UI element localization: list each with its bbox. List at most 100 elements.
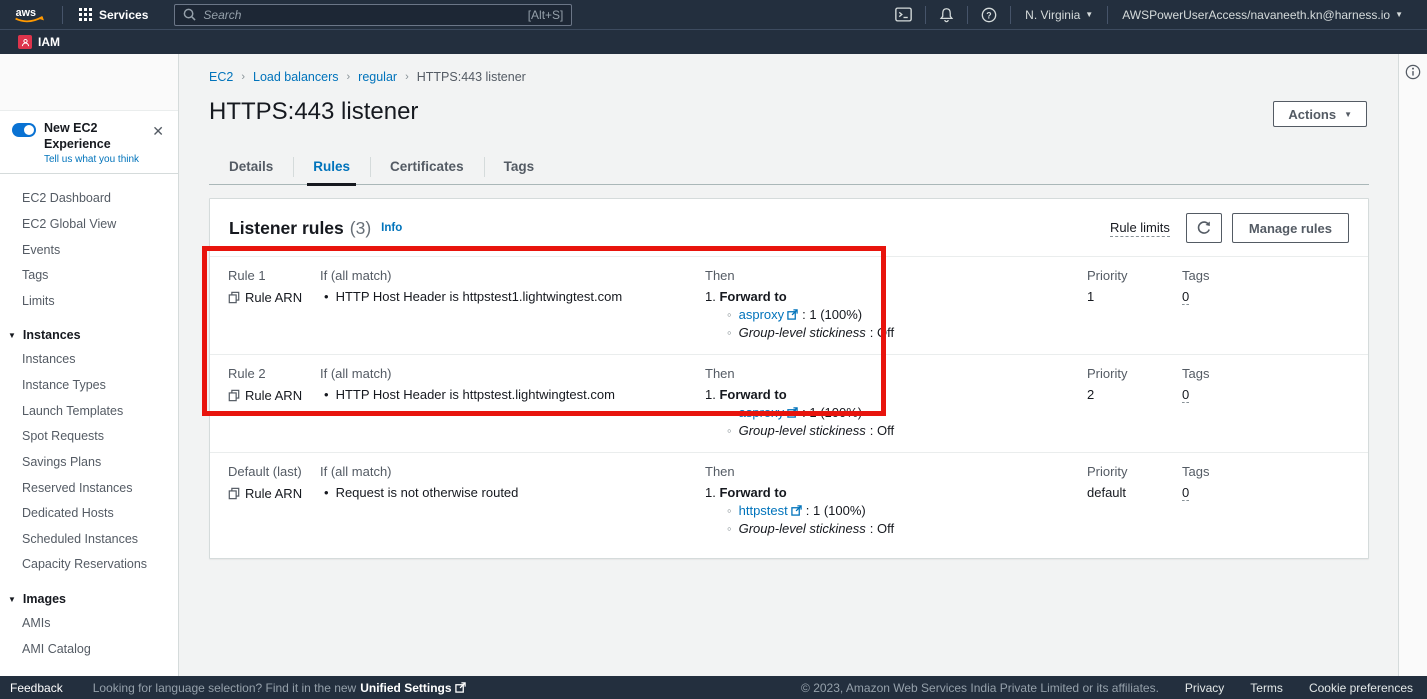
page-title: HTTPS:443 listener: [209, 98, 1398, 126]
forward-label: Forward to: [719, 387, 786, 402]
services-menu-button[interactable]: Services: [63, 8, 162, 22]
target-group-name: asproxy: [739, 307, 785, 322]
target-weight: : 1 (100%): [802, 405, 862, 420]
sidebar-item-amis[interactable]: AMIs: [0, 611, 178, 637]
sidebar-item-events[interactable]: Events: [0, 238, 178, 264]
help-icon: ?: [981, 7, 997, 23]
breadcrumb-ec2[interactable]: EC2: [209, 70, 233, 84]
feedback-link[interactable]: Feedback: [0, 681, 93, 695]
sidebar-section-instances[interactable]: ▼ Instances: [0, 322, 178, 347]
sidebar-item-limits[interactable]: Limits: [0, 289, 178, 315]
privacy-link[interactable]: Privacy: [1185, 681, 1224, 695]
footer: Feedback Looking for language selection?…: [0, 676, 1427, 699]
target-group-line: asproxy : 1 (100%): [705, 405, 1087, 420]
new-experience-toggle[interactable]: [12, 123, 36, 137]
sidebar-item-ec2-global-view[interactable]: EC2 Global View: [0, 212, 178, 238]
target-group-name: asproxy: [739, 405, 785, 420]
target-group-link[interactable]: asproxy: [739, 307, 799, 322]
region-selector[interactable]: N. Virginia ▼: [1011, 8, 1107, 22]
if-cell: If (all match) HTTP Host Header is https…: [320, 268, 705, 340]
tell-us-link[interactable]: Tell us what you think: [44, 154, 148, 165]
tab-tags[interactable]: Tags: [484, 153, 555, 184]
aws-logo[interactable]: aws: [0, 4, 62, 26]
favorite-iam-label: IAM: [38, 35, 60, 49]
account-label: AWSPowerUserAccess/navaneeth.kn@harness.…: [1122, 8, 1390, 22]
tags-count-link[interactable]: 0: [1182, 289, 1189, 305]
info-link[interactable]: Info: [381, 222, 402, 234]
breadcrumb: EC2 › Load balancers › regular › HTTPS:4…: [180, 54, 1398, 84]
tab-rules[interactable]: Rules: [293, 153, 370, 184]
priority-cell: Priority 2: [1087, 366, 1182, 438]
sidebar-item-dedicated-hosts[interactable]: Dedicated Hosts: [0, 501, 178, 527]
tags-count-link[interactable]: 0: [1182, 485, 1189, 501]
if-cell: If (all match) Request is not otherwise …: [320, 464, 705, 536]
top-nav: aws Services [Alt+S]: [0, 0, 1427, 29]
sidebar-section-images[interactable]: ▼ Images: [0, 586, 178, 611]
cloudshell-button[interactable]: [882, 7, 925, 22]
external-link-icon: [787, 309, 798, 320]
breadcrumb-separator: ›: [405, 71, 409, 83]
breadcrumb-load-balancers[interactable]: Load balancers: [253, 70, 338, 84]
rule-arn-copy[interactable]: Rule ARN: [228, 486, 320, 501]
account-menu[interactable]: AWSPowerUserAccess/navaneeth.kn@harness.…: [1108, 8, 1417, 22]
target-group-link[interactable]: asproxy: [739, 405, 799, 420]
sidebar-item-ec2-dashboard[interactable]: EC2 Dashboard: [0, 186, 178, 212]
tags-count-link[interactable]: 0: [1182, 387, 1189, 403]
rule-arn-label: Rule ARN: [245, 388, 302, 403]
tags-title: Tags: [1182, 268, 1368, 283]
sidebar-item-ami-catalog[interactable]: AMI Catalog: [0, 637, 178, 663]
stickiness-label: Group-level stickiness: [739, 423, 866, 438]
refresh-button[interactable]: [1186, 213, 1222, 243]
sidebar-item-instances[interactable]: Instances: [0, 347, 178, 373]
sidebar-item-capacity-reservations[interactable]: Capacity Reservations: [0, 552, 178, 578]
forward-to: 1. Forward to: [705, 387, 1087, 402]
rule-id-cell: Default (last) Rule ARN: [228, 464, 320, 536]
tags-title: Tags: [1182, 366, 1368, 381]
terms-link[interactable]: Terms: [1250, 681, 1283, 695]
rule-name: Default (last): [228, 464, 320, 479]
card-header-actions: Rule limits Manage rules: [1110, 213, 1349, 243]
forward-label: Forward to: [719, 289, 786, 304]
target-group-link[interactable]: httpstest: [739, 503, 802, 518]
target-weight: : 1 (100%): [806, 503, 866, 518]
sidebar-item-instance-types[interactable]: Instance Types: [0, 373, 178, 399]
favorite-iam-link[interactable]: IAM: [18, 35, 60, 49]
aws-logo-icon: aws: [12, 4, 48, 26]
notifications-button[interactable]: [926, 7, 967, 23]
sidebar-section-label: Images: [23, 592, 66, 606]
then-cell: Then 1. Forward to asproxy: [705, 268, 1087, 340]
close-icon[interactable]: ✕: [148, 121, 168, 142]
unified-settings-link[interactable]: Unified Settings: [360, 681, 465, 695]
tab-certificates[interactable]: Certificates: [370, 153, 484, 184]
global-search[interactable]: [Alt+S]: [174, 4, 572, 26]
services-label: Services: [99, 8, 148, 22]
rule-arn-copy[interactable]: Rule ARN: [228, 388, 320, 403]
rule-name: Rule 1: [228, 268, 320, 283]
rule-name: Rule 2: [228, 366, 320, 381]
search-input[interactable]: [203, 8, 520, 22]
manage-rules-button[interactable]: Manage rules: [1232, 213, 1349, 243]
breadcrumb-regular[interactable]: regular: [358, 70, 397, 84]
sidebar-item-savings-plans[interactable]: Savings Plans: [0, 450, 178, 476]
sidebar-item-tags[interactable]: Tags: [0, 263, 178, 289]
chevron-down-icon: ▼: [1344, 110, 1352, 119]
unified-settings-label: Unified Settings: [360, 681, 451, 695]
rule-row-2: Rule 2 Rule ARN If (all match) HTTP Host…: [210, 354, 1368, 452]
tab-details[interactable]: Details: [209, 153, 293, 184]
sidebar-item-launch-templates[interactable]: Launch Templates: [0, 399, 178, 425]
sidebar-item-reserved-instances[interactable]: Reserved Instances: [0, 476, 178, 502]
then-title: Then: [705, 464, 1087, 479]
sidebar-item-scheduled-instances[interactable]: Scheduled Instances: [0, 527, 178, 553]
cookie-preferences-link[interactable]: Cookie preferences: [1309, 681, 1413, 695]
footer-right: © 2023, Amazon Web Services India Privat…: [801, 681, 1427, 695]
rule-condition: HTTP Host Header is httpstest1.lightwing…: [320, 289, 705, 304]
help-button[interactable]: ?: [968, 7, 1010, 23]
info-icon[interactable]: [1405, 64, 1421, 80]
main-content: EC2 › Load balancers › regular › HTTPS:4…: [180, 54, 1398, 676]
stickiness-label: Group-level stickiness: [739, 521, 866, 536]
breadcrumb-separator: ›: [346, 71, 350, 83]
rule-limits-link[interactable]: Rule limits: [1110, 220, 1170, 237]
sidebar-item-spot-requests[interactable]: Spot Requests: [0, 424, 178, 450]
rule-arn-copy[interactable]: Rule ARN: [228, 290, 320, 305]
actions-button[interactable]: Actions ▼: [1273, 101, 1367, 127]
